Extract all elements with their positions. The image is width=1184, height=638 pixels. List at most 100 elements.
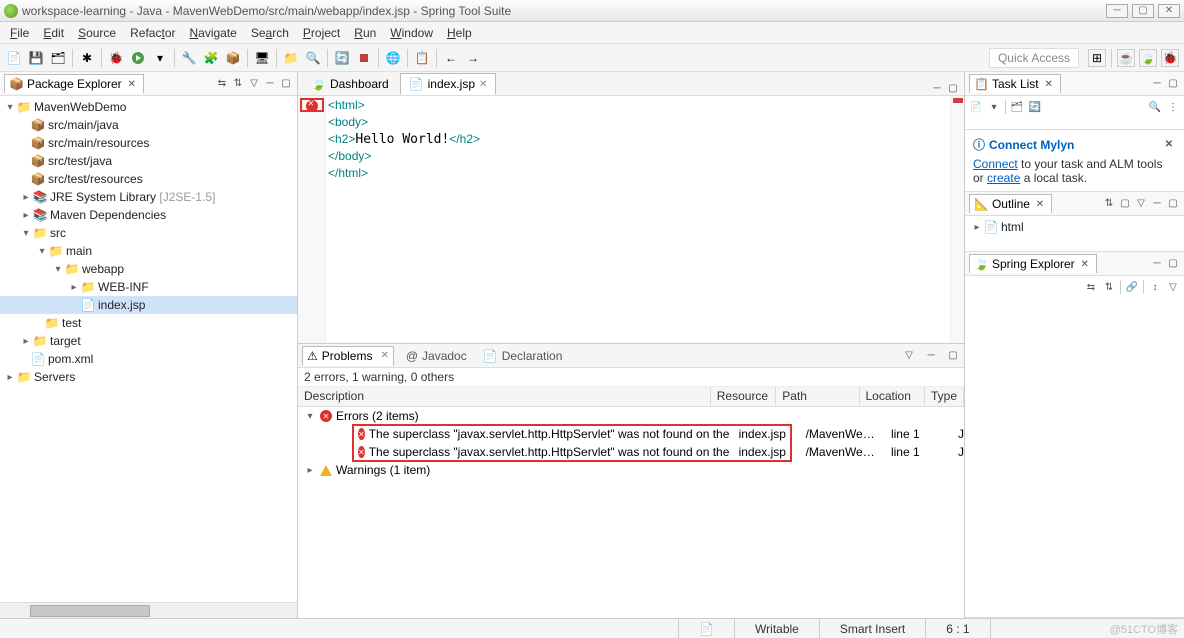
minimize-button[interactable]: ─: [1106, 4, 1128, 18]
view-menu-button[interactable]: ▽: [247, 77, 261, 91]
menu-source[interactable]: Source: [72, 24, 122, 42]
error-gutter-icon[interactable]: [306, 100, 318, 112]
outline-maximize-button[interactable]: ▢: [1166, 197, 1180, 211]
menu-file[interactable]: File: [4, 24, 35, 42]
tool-1[interactable]: ✱: [77, 48, 97, 68]
tool-7[interactable]: 🌐: [383, 48, 403, 68]
menu-project[interactable]: Project: [297, 24, 346, 42]
close-tab-icon[interactable]: ✕: [380, 350, 388, 361]
close-mylyn-button[interactable]: ✕: [1162, 138, 1176, 152]
tool-4[interactable]: 📦: [223, 48, 243, 68]
outline-item-html[interactable]: ▸📄html: [965, 218, 1184, 236]
minimize-view-button[interactable]: ─: [263, 77, 277, 91]
link-editor-button[interactable]: ⇅: [231, 77, 245, 91]
problems-menu-button[interactable]: ▽: [902, 349, 916, 363]
editor-maximize-button[interactable]: ▢: [946, 81, 960, 95]
tool-6[interactable]: 🔍: [303, 48, 323, 68]
maximize-view-button[interactable]: ▢: [279, 77, 293, 91]
spring-menu-button[interactable]: ▽: [1166, 280, 1180, 294]
tree-maven-deps[interactable]: ▸📚Maven Dependencies: [0, 206, 297, 224]
problem-row[interactable]: ✕The superclass "javax.servlet.http.Http…: [298, 425, 964, 443]
task-cat-button[interactable]: ▾: [987, 100, 1001, 114]
problem-row[interactable]: ✕The superclass "javax.servlet.http.Http…: [298, 443, 964, 461]
perspective-open-button[interactable]: ⊞: [1088, 49, 1106, 67]
new-server-button[interactable]: 🖥: [252, 48, 272, 68]
problems-header-row[interactable]: Description Resource Path Location Type: [298, 387, 964, 407]
tree-src[interactable]: ▾📁src: [0, 224, 297, 242]
editor-minimize-button[interactable]: ─: [930, 81, 944, 95]
package-explorer-tree[interactable]: ▾📁MavenWebDemo 📦src/main/java 📦src/main/…: [0, 96, 297, 602]
task-filter-button[interactable]: 🗂: [1010, 100, 1024, 114]
menu-search[interactable]: Search: [245, 24, 295, 42]
create-link[interactable]: create: [987, 171, 1020, 185]
errors-group[interactable]: ▾✕Errors (2 items): [298, 407, 964, 425]
outline-tool-1[interactable]: ⇅: [1102, 197, 1116, 211]
spring-maximize-button[interactable]: ▢: [1166, 257, 1180, 271]
close-button[interactable]: ✕: [1158, 4, 1180, 18]
tab-dashboard[interactable]: 🍃Dashboard: [302, 73, 398, 95]
spring-explorer-tab[interactable]: 🍃Spring Explorer✕: [969, 254, 1097, 273]
outline-tool-2[interactable]: ▢: [1118, 197, 1132, 211]
overview-ruler[interactable]: [950, 96, 964, 343]
tree-target[interactable]: ▸📁target: [0, 332, 297, 350]
task-sync-button[interactable]: 🔄: [1028, 100, 1042, 114]
outline-tab[interactable]: 📐Outline✕: [969, 194, 1052, 213]
perspective-debug[interactable]: 🐞: [1161, 49, 1179, 67]
col-description[interactable]: Description: [298, 387, 711, 406]
outline-tree[interactable]: ▸📄html: [965, 216, 1184, 251]
save-button[interactable]: 💾: [26, 48, 46, 68]
code-area[interactable]: <html> <body> <h2>Hello World!</h2> </bo…: [326, 96, 950, 343]
tree-pom[interactable]: 📄pom.xml: [0, 350, 297, 368]
tree-webapp[interactable]: ▾📁webapp: [0, 260, 297, 278]
tab-index-jsp[interactable]: 📄index.jsp✕: [400, 73, 497, 95]
tree-project[interactable]: ▾📁MavenWebDemo: [0, 98, 297, 116]
close-tab-icon[interactable]: ✕: [479, 79, 487, 90]
col-path[interactable]: Path: [776, 387, 859, 406]
warnings-group[interactable]: ▸Warnings (1 item): [298, 461, 964, 479]
tree-src-test-java[interactable]: 📦src/test/java: [0, 152, 297, 170]
perspective-java[interactable]: ☕: [1117, 49, 1135, 67]
new-task-button[interactable]: 📄: [969, 100, 983, 114]
problems-maximize-button[interactable]: ▢: [946, 349, 960, 363]
tool-3[interactable]: 🧩: [201, 48, 221, 68]
collapse-all-button[interactable]: ⇆: [215, 77, 229, 91]
explorer-hscroll[interactable]: [0, 602, 297, 618]
task-list-tab[interactable]: 📋Task List✕: [969, 74, 1061, 93]
tab-declaration[interactable]: 📄Declaration: [479, 347, 567, 365]
outline-menu-button[interactable]: ▽: [1134, 197, 1148, 211]
tree-main[interactable]: ▾📁main: [0, 242, 297, 260]
spring-tool-1[interactable]: ⇆: [1084, 280, 1098, 294]
menu-window[interactable]: Window: [384, 24, 439, 42]
relaunch-button[interactable]: 🔄: [332, 48, 352, 68]
menu-edit[interactable]: Edit: [37, 24, 70, 42]
tasklist-maximize-button[interactable]: ▢: [1166, 77, 1180, 91]
col-type[interactable]: Type: [925, 387, 964, 406]
spring-tool-3[interactable]: 🔗: [1125, 280, 1139, 294]
maximize-button[interactable]: ▢: [1132, 4, 1154, 18]
tree-web-inf[interactable]: ▸📁WEB-INF: [0, 278, 297, 296]
tab-javadoc[interactable]: @Javadoc: [402, 347, 471, 365]
tasklist-minimize-button[interactable]: ─: [1150, 77, 1164, 91]
spring-tool-2[interactable]: ⇅: [1102, 280, 1116, 294]
menu-navigate[interactable]: Navigate: [183, 24, 242, 42]
debug-button[interactable]: 🐞: [106, 48, 126, 68]
connect-link[interactable]: Connect: [973, 157, 1018, 171]
tool-8[interactable]: 📋: [412, 48, 432, 68]
tree-index-jsp[interactable]: 📄index.jsp: [0, 296, 297, 314]
problems-table[interactable]: Description Resource Path Location Type …: [298, 387, 964, 618]
run-last-button[interactable]: ▾: [150, 48, 170, 68]
stop-button[interactable]: [354, 48, 374, 68]
tree-jre[interactable]: ▸📚JRE System Library [J2SE-1.5]: [0, 188, 297, 206]
outline-minimize-button[interactable]: ─: [1150, 197, 1164, 211]
new-button[interactable]: 📄: [4, 48, 24, 68]
save-all-button[interactable]: 🗂: [48, 48, 68, 68]
menu-run[interactable]: Run: [348, 24, 382, 42]
spring-tool-4[interactable]: ↕: [1148, 280, 1162, 294]
col-location[interactable]: Location: [860, 387, 925, 406]
quick-access[interactable]: Quick Access: [989, 48, 1079, 68]
tool-5[interactable]: 📁: [281, 48, 301, 68]
perspective-spring[interactable]: 🍃: [1139, 49, 1157, 67]
back-button[interactable]: ←: [441, 48, 461, 68]
problems-minimize-button[interactable]: ─: [924, 349, 938, 363]
task-menu-button[interactable]: ⋮: [1166, 100, 1180, 114]
